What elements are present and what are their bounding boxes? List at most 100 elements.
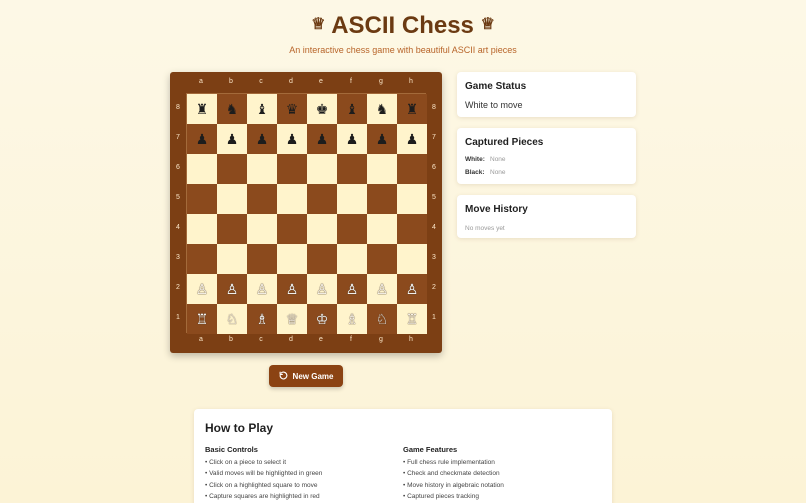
square-h8[interactable]: ♜ bbox=[397, 94, 427, 124]
square-c8[interactable]: ♝ bbox=[247, 94, 277, 124]
square-h1[interactable]: ♖ bbox=[397, 304, 427, 334]
chess-piece-f2[interactable]: ♙ bbox=[346, 282, 359, 296]
chess-piece-e2[interactable]: ♙ bbox=[316, 282, 329, 296]
square-b5[interactable] bbox=[217, 184, 247, 214]
square-g2[interactable]: ♙ bbox=[367, 274, 397, 304]
square-e8[interactable]: ♚ bbox=[307, 94, 337, 124]
square-d6[interactable] bbox=[277, 154, 307, 184]
square-d8[interactable]: ♛ bbox=[277, 94, 307, 124]
chess-piece-a2[interactable]: ♙ bbox=[196, 282, 209, 296]
square-a3[interactable] bbox=[187, 244, 217, 274]
square-g7[interactable]: ♟ bbox=[367, 124, 397, 154]
square-f8[interactable]: ♝ bbox=[337, 94, 367, 124]
chess-piece-g8[interactable]: ♞ bbox=[376, 102, 389, 116]
chess-piece-h8[interactable]: ♜ bbox=[406, 102, 419, 116]
square-h6[interactable] bbox=[397, 154, 427, 184]
square-b6[interactable] bbox=[217, 154, 247, 184]
chess-piece-d1[interactable]: ♕ bbox=[286, 312, 299, 326]
chess-piece-a7[interactable]: ♟ bbox=[196, 132, 209, 146]
square-d5[interactable] bbox=[277, 184, 307, 214]
chess-piece-g7[interactable]: ♟ bbox=[376, 132, 389, 146]
square-d4[interactable] bbox=[277, 214, 307, 244]
square-a6[interactable] bbox=[187, 154, 217, 184]
chess-piece-c2[interactable]: ♙ bbox=[256, 282, 269, 296]
square-c5[interactable] bbox=[247, 184, 277, 214]
square-h5[interactable] bbox=[397, 184, 427, 214]
square-a1[interactable]: ♖ bbox=[187, 304, 217, 334]
square-e7[interactable]: ♟ bbox=[307, 124, 337, 154]
chess-piece-d8[interactable]: ♛ bbox=[286, 102, 299, 116]
chess-piece-f1[interactable]: ♗ bbox=[346, 312, 359, 326]
square-a4[interactable] bbox=[187, 214, 217, 244]
chess-piece-e8[interactable]: ♚ bbox=[316, 102, 329, 116]
square-b3[interactable] bbox=[217, 244, 247, 274]
square-c2[interactable]: ♙ bbox=[247, 274, 277, 304]
chess-piece-c8[interactable]: ♝ bbox=[256, 102, 269, 116]
square-e4[interactable] bbox=[307, 214, 337, 244]
chess-piece-c1[interactable]: ♗ bbox=[256, 312, 269, 326]
chess-piece-b8[interactable]: ♞ bbox=[226, 102, 239, 116]
chess-piece-e1[interactable]: ♔ bbox=[316, 312, 329, 326]
square-h2[interactable]: ♙ bbox=[397, 274, 427, 304]
chess-piece-a1[interactable]: ♖ bbox=[196, 312, 209, 326]
rank-label-left-3: 3 bbox=[176, 254, 180, 261]
square-h3[interactable] bbox=[397, 244, 427, 274]
square-b2[interactable]: ♙ bbox=[217, 274, 247, 304]
square-f7[interactable]: ♟ bbox=[337, 124, 367, 154]
square-e3[interactable] bbox=[307, 244, 337, 274]
square-f4[interactable] bbox=[337, 214, 367, 244]
chess-piece-g2[interactable]: ♙ bbox=[376, 282, 389, 296]
square-a7[interactable]: ♟ bbox=[187, 124, 217, 154]
square-g5[interactable] bbox=[367, 184, 397, 214]
chess-piece-b2[interactable]: ♙ bbox=[226, 282, 239, 296]
captured-white-value: None bbox=[490, 156, 506, 163]
square-f1[interactable]: ♗ bbox=[337, 304, 367, 334]
chess-piece-g1[interactable]: ♘ bbox=[376, 312, 389, 326]
chess-piece-a8[interactable]: ♜ bbox=[196, 102, 209, 116]
new-game-button[interactable]: New Game bbox=[269, 365, 343, 387]
square-g8[interactable]: ♞ bbox=[367, 94, 397, 124]
square-b1[interactable]: ♘ bbox=[217, 304, 247, 334]
chess-piece-b7[interactable]: ♟ bbox=[226, 132, 239, 146]
square-d1[interactable]: ♕ bbox=[277, 304, 307, 334]
chess-piece-h1[interactable]: ♖ bbox=[406, 312, 419, 326]
chess-piece-h7[interactable]: ♟ bbox=[406, 132, 419, 146]
square-e1[interactable]: ♔ bbox=[307, 304, 337, 334]
square-e2[interactable]: ♙ bbox=[307, 274, 337, 304]
chess-piece-h2[interactable]: ♙ bbox=[406, 282, 419, 296]
square-a8[interactable]: ♜ bbox=[187, 94, 217, 124]
chess-piece-c7[interactable]: ♟ bbox=[256, 132, 269, 146]
square-f2[interactable]: ♙ bbox=[337, 274, 367, 304]
square-c1[interactable]: ♗ bbox=[247, 304, 277, 334]
square-a2[interactable]: ♙ bbox=[187, 274, 217, 304]
square-h4[interactable] bbox=[397, 214, 427, 244]
square-e6[interactable] bbox=[307, 154, 337, 184]
square-d7[interactable]: ♟ bbox=[277, 124, 307, 154]
square-c7[interactable]: ♟ bbox=[247, 124, 277, 154]
chess-piece-d7[interactable]: ♟ bbox=[286, 132, 299, 146]
square-f6[interactable] bbox=[337, 154, 367, 184]
square-b8[interactable]: ♞ bbox=[217, 94, 247, 124]
square-g6[interactable] bbox=[367, 154, 397, 184]
square-c4[interactable] bbox=[247, 214, 277, 244]
chess-piece-f7[interactable]: ♟ bbox=[346, 132, 359, 146]
chess-piece-b1[interactable]: ♘ bbox=[226, 312, 239, 326]
square-b4[interactable] bbox=[217, 214, 247, 244]
square-h7[interactable]: ♟ bbox=[397, 124, 427, 154]
game-status-title: Game Status bbox=[465, 81, 527, 92]
square-b7[interactable]: ♟ bbox=[217, 124, 247, 154]
square-c6[interactable] bbox=[247, 154, 277, 184]
square-d3[interactable] bbox=[277, 244, 307, 274]
square-g1[interactable]: ♘ bbox=[367, 304, 397, 334]
chess-piece-e7[interactable]: ♟ bbox=[316, 132, 329, 146]
square-c3[interactable] bbox=[247, 244, 277, 274]
chess-piece-d2[interactable]: ♙ bbox=[286, 282, 299, 296]
square-g3[interactable] bbox=[367, 244, 397, 274]
square-a5[interactable] bbox=[187, 184, 217, 214]
square-d2[interactable]: ♙ bbox=[277, 274, 307, 304]
square-g4[interactable] bbox=[367, 214, 397, 244]
chess-piece-f8[interactable]: ♝ bbox=[346, 102, 359, 116]
square-f5[interactable] bbox=[337, 184, 367, 214]
square-e5[interactable] bbox=[307, 184, 337, 214]
square-f3[interactable] bbox=[337, 244, 367, 274]
